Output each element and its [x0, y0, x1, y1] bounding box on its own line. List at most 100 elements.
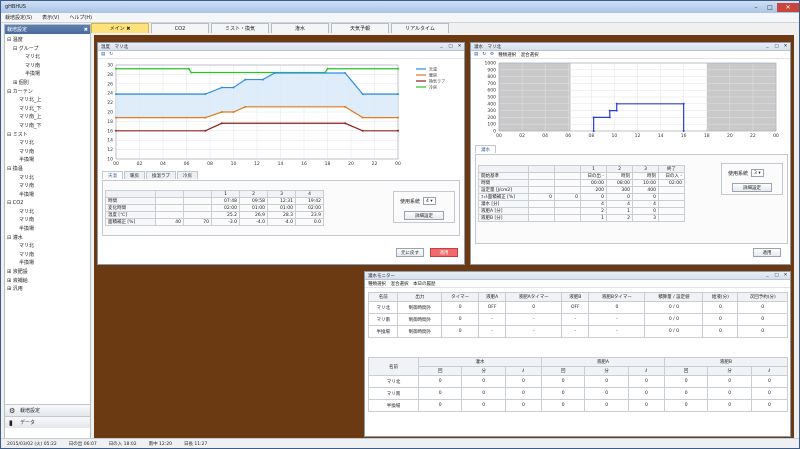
maximize-icon[interactable]: □ [772, 273, 781, 279]
table-cell[interactable] [155, 197, 184, 205]
data-point[interactable] [361, 93, 364, 96]
tree-item[interactable]: ⊞ 個別 [7, 79, 90, 88]
tree-item[interactable]: 半換場 [7, 191, 90, 200]
table-cell[interactable]: 00:00 [580, 179, 607, 187]
tab-realtime[interactable]: リアルタイム [391, 23, 449, 33]
subtab-inside-temp[interactable]: 天温 [102, 171, 123, 179]
table-cell[interactable]: -4.0 [239, 218, 268, 226]
mode-select[interactable]: 3 ▾ [751, 169, 764, 177]
data-point[interactable] [273, 71, 276, 74]
table-cell[interactable]: 2 [580, 207, 607, 215]
close-icon[interactable]: ✕ [455, 44, 464, 50]
data-point[interactable] [244, 105, 247, 108]
table-cell[interactable] [554, 200, 581, 208]
refresh-icon[interactable]: ↻ [109, 52, 113, 57]
table-cell[interactable]: 200 [580, 186, 607, 194]
maximize-button[interactable]: □ [763, 3, 777, 12]
data-point[interactable] [115, 116, 117, 119]
table-cell[interactable] [554, 207, 581, 215]
tree-item[interactable]: ⊞ 液肥設 [7, 268, 90, 277]
table-cell[interactable] [155, 204, 184, 212]
data-nav-button[interactable]: ▮ データ [5, 416, 90, 428]
table-cell[interactable] [528, 179, 555, 187]
tree-item[interactable]: マリ北_下 [7, 105, 90, 114]
data-point[interactable] [204, 93, 207, 96]
maximize-icon[interactable]: □ [446, 44, 455, 50]
table-cell[interactable]: 23.9 [295, 211, 324, 219]
table-cell[interactable]: 07:48 [211, 197, 240, 205]
table-cell[interactable]: 12:31 [267, 197, 296, 205]
table-cell[interactable]: 時刻 [606, 172, 633, 180]
data-point[interactable] [608, 109, 611, 112]
table-cell[interactable]: 日の出 - [580, 172, 607, 180]
table-cell[interactable] [528, 186, 555, 194]
data-point[interactable] [204, 116, 207, 119]
data-point[interactable] [592, 130, 595, 132]
table-cell[interactable]: 4 [580, 200, 607, 208]
tree-item[interactable]: ⊟ 温度 [7, 36, 90, 45]
maximize-icon[interactable]: □ [772, 44, 781, 50]
table-cell[interactable] [155, 211, 184, 219]
mode-select[interactable]: 4 ▾ [423, 197, 436, 205]
table-cell[interactable]: 02:00 [295, 204, 324, 212]
data-point[interactable] [361, 116, 364, 119]
table-cell[interactable] [658, 214, 685, 222]
table-cell[interactable]: 300 [606, 186, 633, 194]
table-cell[interactable] [183, 197, 212, 205]
table-cell[interactable] [554, 172, 581, 180]
data-point[interactable] [615, 102, 618, 105]
tree-item[interactable]: ⊟ グループ [7, 45, 90, 54]
subtab-heating[interactable]: 暖房 [124, 171, 145, 179]
tree-item[interactable]: マリ北 [7, 208, 90, 217]
close-icon[interactable]: ✕ [781, 44, 790, 50]
table-cell[interactable] [554, 186, 581, 194]
close-button[interactable]: ✕ [777, 2, 799, 12]
table-cell[interactable]: 1 [606, 207, 633, 215]
table-cell[interactable]: -4.0 [267, 218, 296, 226]
data-point[interactable] [204, 129, 207, 132]
table-cell[interactable] [554, 179, 581, 187]
tab-irrigation[interactable]: 潅水 [271, 23, 329, 33]
tree-item[interactable]: ⊞ 汎用 [7, 285, 90, 294]
table-cell[interactable]: 0 [528, 193, 555, 201]
tree-item[interactable]: 半換場 [7, 259, 90, 268]
data-point[interactable] [115, 93, 117, 96]
table-cell[interactable]: 28.3 [267, 211, 296, 219]
tree-item[interactable]: ⊟ 灌水 [7, 234, 90, 243]
tree-item[interactable]: マリ南_下 [7, 122, 90, 131]
table-cell[interactable] [658, 200, 685, 208]
data-point[interactable] [115, 67, 117, 70]
table-cell[interactable]: 3 [632, 214, 659, 222]
table-cell[interactable]: 0 [554, 193, 581, 201]
table-cell[interactable]: 08:00 [606, 179, 633, 187]
data-point[interactable] [232, 86, 235, 89]
tree-item[interactable]: マリ南_上 [7, 113, 90, 122]
refresh-icon[interactable]: ↻ [482, 52, 486, 57]
table-cell[interactable]: 10:00 [632, 179, 659, 187]
tree-item[interactable]: マリ北 [7, 139, 90, 148]
tree-item[interactable]: マリ北 [7, 53, 90, 62]
tree-item[interactable]: ⊞ 液補給 [7, 277, 90, 286]
tree-item[interactable]: マリ南 [7, 251, 90, 260]
table-cell[interactable]: 25.2 [211, 211, 240, 219]
table-cell[interactable]: 01:00 [267, 204, 296, 212]
data-point[interactable] [344, 122, 347, 125]
menu-item-help[interactable]: ヘルプ(H) [69, 14, 92, 21]
table-cell[interactable] [528, 200, 555, 208]
menu-item-settings[interactable]: 栽培設定(S) [5, 14, 32, 21]
chart-icon[interactable]: ▤ [474, 52, 478, 57]
tree-item[interactable]: ⊟ CO2 [7, 199, 90, 208]
tab-weather[interactable]: 天気予報 [331, 23, 389, 33]
data-point[interactable] [682, 130, 685, 132]
table-cell[interactable] [528, 207, 555, 215]
revert-button[interactable]: 元に戻す [396, 248, 424, 257]
data-point[interactable] [220, 86, 223, 89]
toolbar-options[interactable]: 種類選択 混合選択 本日の履歴 [368, 281, 436, 287]
table-cell[interactable] [554, 214, 581, 222]
data-point[interactable] [244, 78, 247, 81]
tree-item[interactable]: 半換場 [7, 70, 90, 79]
table-cell[interactable] [658, 193, 685, 201]
minimize-icon[interactable]: _ [437, 44, 446, 50]
table-cell[interactable]: 70 [183, 218, 212, 226]
tab-mist[interactable]: ミスト・換気 [211, 23, 269, 33]
